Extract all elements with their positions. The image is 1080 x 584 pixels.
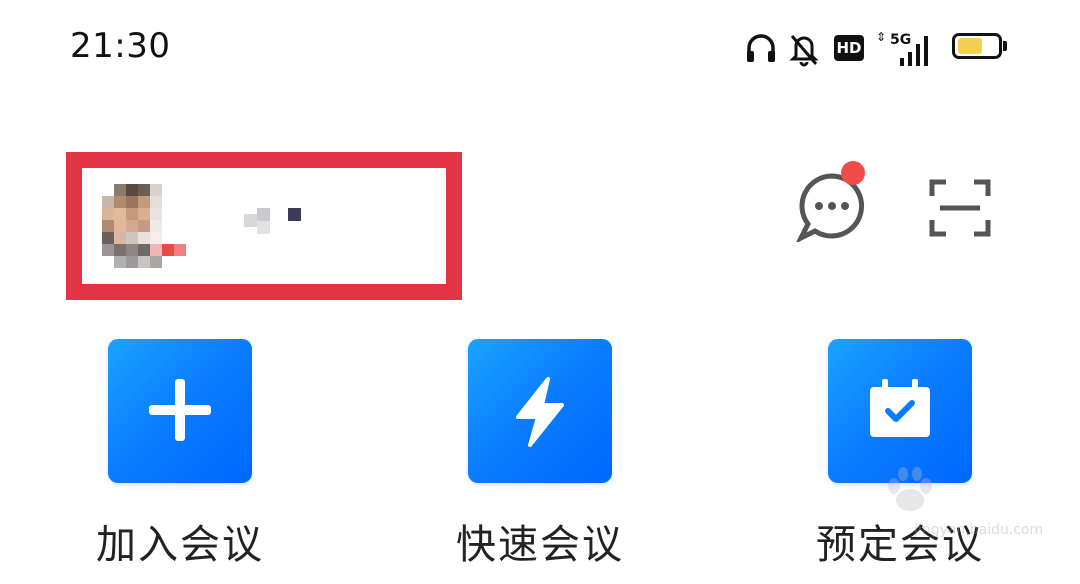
- join-meeting-button[interactable]: [108, 339, 252, 483]
- paw-icon: [888, 467, 932, 511]
- profile-name: [244, 208, 314, 234]
- status-time: 21:30: [70, 26, 171, 66]
- lightning-icon: [516, 377, 564, 447]
- signal-5g-icon: ⇕ 5G: [876, 30, 936, 70]
- quick-meeting-label: 快速会议: [456, 522, 624, 568]
- message-bubble-icon[interactable]: [796, 160, 868, 242]
- headphones-icon: [747, 34, 775, 62]
- plus-icon: [149, 379, 211, 441]
- battery-icon: [952, 33, 1008, 63]
- avatar[interactable]: [102, 184, 186, 280]
- network-label: 5G: [890, 32, 912, 48]
- profile-card[interactable]: [66, 152, 462, 300]
- join-meeting-label: 加入会议: [96, 522, 264, 568]
- schedule-meeting-button[interactable]: [828, 339, 972, 483]
- notification-badge: [841, 161, 865, 185]
- baidu-watermark: jingyan.baidu.com: [870, 466, 1043, 566]
- watermark-text: jingyan.baidu.com: [914, 522, 1044, 538]
- hd-icon: HD: [834, 35, 864, 61]
- calendar-check-icon: [870, 379, 930, 437]
- scan-icon[interactable]: [928, 178, 992, 238]
- bell-muted-icon: [789, 35, 819, 67]
- quick-meeting-button[interactable]: [468, 339, 612, 483]
